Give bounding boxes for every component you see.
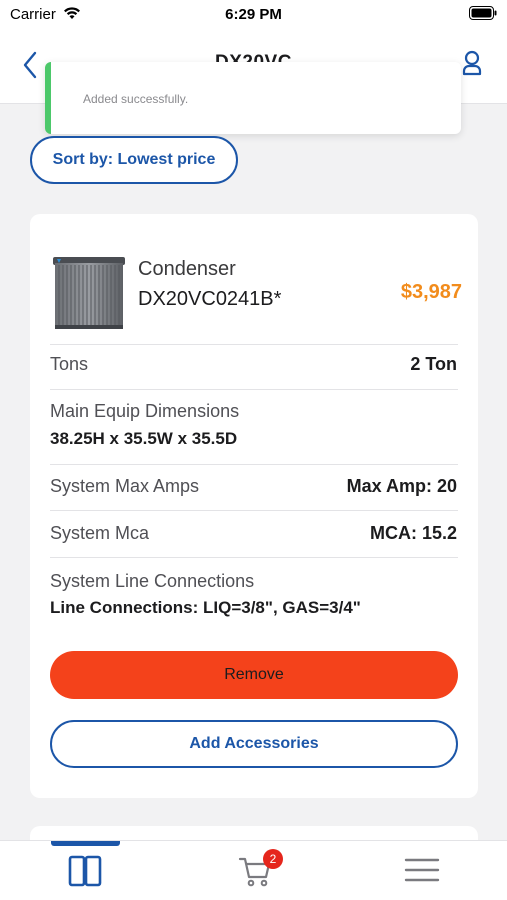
- spec-value-mca: MCA: 15.2: [369, 523, 457, 543]
- status-bar: Carrier 6:29 PM: [0, 0, 507, 30]
- spec-label-mca: System Mca: [50, 523, 150, 543]
- cart-count-badge: 2: [263, 849, 283, 869]
- condenser-image: [49, 251, 129, 331]
- tab-selected-indicator: [51, 841, 120, 846]
- battery-icon: [469, 6, 497, 25]
- divider: [50, 389, 458, 390]
- spec-value-max-amps: Max Amp: 20: [346, 476, 457, 496]
- catalog-icon[interactable]: [68, 854, 102, 893]
- menu-icon[interactable]: [404, 856, 440, 889]
- add-accessories-button[interactable]: Add Accessories: [50, 720, 458, 768]
- success-toast: Added successfully.: [45, 62, 461, 134]
- status-time: 6:29 PM: [225, 6, 282, 23]
- spec-value-line-connections: Line Connections: LIQ=3/8", GAS=3/4": [50, 598, 361, 617]
- toast-message: Added successfully.: [83, 92, 189, 106]
- spec-value-dimensions: 38.25H x 35.5W x 35.5D: [50, 429, 238, 448]
- spec-value-tons: 2 Ton: [410, 354, 457, 374]
- product-model: DX20VC0241B*: [138, 288, 282, 310]
- divider: [50, 510, 458, 511]
- spec-label-tons: Tons: [50, 354, 89, 374]
- spec-label-dimensions: Main Equip Dimensions: [50, 401, 240, 421]
- sort-button[interactable]: Sort by: Lowest price: [30, 136, 238, 184]
- user-profile-icon[interactable]: [461, 50, 483, 81]
- product-type: Condenser: [138, 258, 236, 280]
- remove-button[interactable]: Remove: [50, 651, 458, 699]
- product-card: Condenser DX20VC0241B* $3,987 Tons 2 Ton…: [30, 214, 478, 798]
- divider: [50, 557, 458, 558]
- product-price: $3,987: [400, 281, 462, 303]
- divider: [50, 464, 458, 465]
- tab-bar: 2: [0, 840, 507, 900]
- spec-label-line-connections: System Line Connections: [50, 571, 255, 591]
- spec-label-max-amps: System Max Amps: [50, 476, 200, 496]
- divider: [50, 344, 458, 345]
